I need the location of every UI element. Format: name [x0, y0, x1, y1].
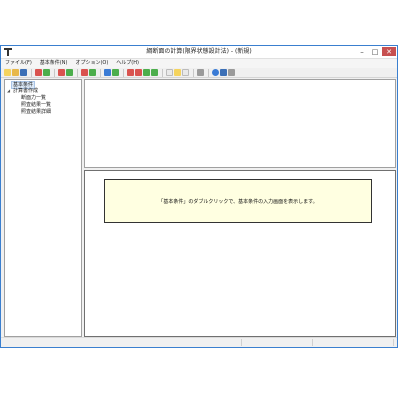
document-copy-icon[interactable] — [182, 69, 189, 76]
save-icon[interactable] — [20, 69, 27, 76]
save-as-icon[interactable] — [220, 69, 227, 76]
minimize-button[interactable]: – — [357, 47, 367, 56]
calc-icon[interactable] — [58, 69, 65, 76]
lower-view-panel: 「基本条件」のダブルクリックで、基本条件の入力画面を表示します。 — [84, 170, 396, 337]
instruction-message: 「基本条件」のダブルクリックで、基本条件の入力画面を表示します。 — [158, 198, 318, 205]
menu-bar: ファイル(F) 基本条件(N) オプション(O) ヘルプ(H) — [1, 59, 397, 68]
input-icon[interactable] — [35, 69, 42, 76]
tree-item-check-result-list[interactable]: 照査結果一覧 — [21, 102, 51, 108]
toolbar-separator — [100, 68, 101, 77]
help-icon[interactable] — [212, 69, 219, 76]
toolbar-separator — [31, 68, 32, 77]
result-list-icon[interactable] — [135, 69, 142, 76]
result-icon[interactable] — [127, 69, 134, 76]
close-button[interactable]: ✕ — [382, 47, 396, 56]
instruction-message-box: 「基本条件」のダブルクリックで、基本条件の入力画面を表示します。 — [104, 179, 372, 223]
close-icon: ✕ — [386, 47, 392, 56]
tree-item-report[interactable]: 計算書作成 — [13, 88, 38, 94]
app-window: 綱断面の計算(限界状態設計法) - (新規) – □ ✕ ファイル(F) 基本条… — [0, 45, 398, 348]
upper-view-panel — [84, 79, 396, 168]
section-edit-icon[interactable] — [89, 69, 96, 76]
toolbar-separator — [193, 68, 194, 77]
document-icon[interactable] — [166, 69, 173, 76]
graph-icon[interactable] — [143, 69, 150, 76]
tree-panel: 基本条件 ◢ 計算書作成 断面力一覧 照査結果一覧 照査結果詳細 — [4, 79, 82, 337]
status-bar — [1, 337, 397, 347]
refresh-icon[interactable] — [112, 69, 119, 76]
calc-run-icon[interactable] — [66, 69, 73, 76]
check-icon[interactable] — [43, 69, 50, 76]
tree-item-section-force-list[interactable]: 断面力一覧 — [21, 95, 46, 101]
toolbar-separator — [54, 68, 55, 77]
minimize-icon: – — [360, 47, 364, 56]
toolbar-separator — [77, 68, 78, 77]
toolbar-separator — [162, 68, 163, 77]
toolbar — [1, 68, 397, 78]
status-pane-2 — [242, 339, 313, 346]
document-yellow-icon[interactable] — [174, 69, 181, 76]
status-pane-3 — [313, 339, 394, 346]
view-icon[interactable] — [104, 69, 111, 76]
new-file-icon[interactable] — [4, 69, 11, 76]
window-icon[interactable] — [228, 69, 235, 76]
title-bar[interactable]: 綱断面の計算(限界状態設計法) - (新規) – □ ✕ — [1, 46, 397, 59]
menu-options[interactable]: オプション(O) — [71, 59, 112, 68]
menu-basic-conditions[interactable]: 基本条件(N) — [36, 59, 72, 68]
status-pane-main — [1, 339, 242, 346]
menu-help[interactable]: ヘルプ(H) — [112, 59, 143, 68]
tree-item-check-result-detail[interactable]: 照査結果詳細 — [21, 109, 51, 115]
toolbar-separator — [123, 68, 124, 77]
maximize-button[interactable]: □ — [370, 47, 380, 56]
section-icon[interactable] — [81, 69, 88, 76]
diagram-icon[interactable] — [151, 69, 158, 76]
collapse-icon[interactable]: ◢ — [7, 88, 10, 94]
toolbar-separator — [208, 68, 209, 77]
print-preview-icon[interactable] — [197, 69, 204, 76]
open-folder-icon[interactable] — [12, 69, 19, 76]
maximize-icon: □ — [371, 47, 379, 56]
menu-file[interactable]: ファイル(F) — [1, 59, 36, 68]
window-title: 綱断面の計算(限界状態設計法) - (新規) — [146, 48, 252, 55]
